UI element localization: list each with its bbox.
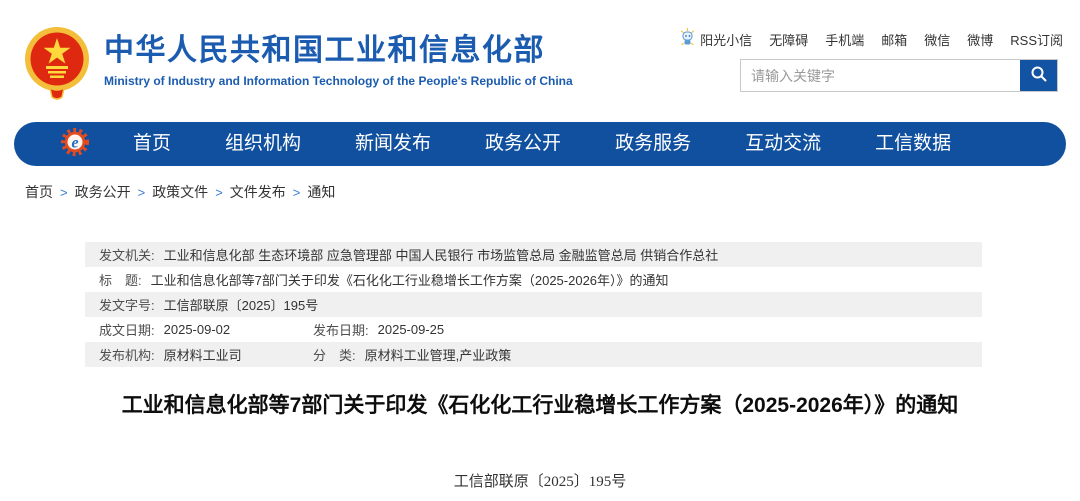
- meta-label: 发文机关:: [99, 248, 155, 263]
- quick-link-mailbox[interactable]: 邮箱: [881, 30, 907, 49]
- meta-label: 发布机构:: [99, 348, 155, 363]
- breadcrumb-separator: >: [60, 184, 68, 200]
- site-title-english: Ministry of Industry and Information Tec…: [104, 74, 573, 88]
- brand-text: 中华人民共和国工业和信息化部 Ministry of Industry and …: [104, 26, 573, 88]
- breadcrumb-separator: >: [137, 184, 146, 200]
- meta-value: 原材料工业管理,产业政策: [364, 348, 512, 363]
- quick-link-wechat[interactable]: 微信: [924, 30, 950, 49]
- meta-row-title: 标 题: 工业和信息化部等7部门关于印发《石化化工行业稳增长工作方案（2025-…: [85, 267, 982, 292]
- site-search: [740, 59, 1058, 92]
- meta-value: 工业和信息化部 生态环境部 应急管理部 中国人民银行 市场监管总局 金融监管总局…: [163, 248, 719, 263]
- national-emblem-icon: [24, 26, 90, 105]
- breadcrumb-separator: >: [215, 184, 223, 200]
- nav-item-miit-data[interactable]: 工信数据: [848, 122, 978, 166]
- nav-item-home[interactable]: 首页: [106, 122, 198, 166]
- meta-label: 发文字号:: [99, 298, 155, 313]
- document-meta-table: 发文机关: 工业和信息化部 生态环境部 应急管理部 中国人民银行 市场监管总局 …: [85, 242, 982, 367]
- breadcrumb-separator: >: [292, 184, 301, 200]
- nav-item-news[interactable]: 新闻发布: [328, 122, 458, 166]
- nav-item-gov-disclosure[interactable]: 政务公开: [458, 122, 588, 166]
- meta-row-doc-number: 发文字号: 工信部联原〔2025〕195号: [85, 292, 982, 317]
- search-button[interactable]: [1020, 60, 1057, 91]
- miit-gear-logo-icon: e: [14, 127, 90, 162]
- article-title: 工业和信息化部等7部门关于印发《石化化工行业稳增长工作方案（2025-2026年…: [121, 394, 959, 417]
- svg-text:e: e: [71, 134, 78, 151]
- breadcrumb-gov-disclosure[interactable]: 政务公开: [75, 182, 131, 202]
- nav-items: 首页 组织机构 新闻发布 政务公开 政务服务 互动交流 工信数据: [106, 122, 978, 166]
- nav-item-interaction[interactable]: 互动交流: [718, 122, 848, 166]
- meta-label: 发布日期:: [313, 323, 369, 338]
- meta-row-issuing-agencies: 发文机关: 工业和信息化部 生态环境部 应急管理部 中国人民银行 市场监管总局 …: [85, 242, 982, 267]
- meta-label: 标 题:: [99, 273, 142, 288]
- meta-value: 2025-09-25: [377, 322, 445, 337]
- header-quick-links: 阳光小信 无障碍 手机端 邮箱 微信 微博 RSS订阅: [679, 28, 1063, 50]
- sunshine-mascot-icon: [679, 28, 696, 50]
- nav-item-gov-services[interactable]: 政务服务: [588, 122, 718, 166]
- quick-link-mobile[interactable]: 手机端: [825, 30, 864, 49]
- quick-link-sunshine-xiaoxin[interactable]: 阳光小信: [679, 28, 752, 50]
- breadcrumb-home[interactable]: 首页: [25, 182, 53, 202]
- site-brand[interactable]: 中华人民共和国工业和信息化部 Ministry of Industry and …: [24, 26, 573, 105]
- quick-link-accessibility[interactable]: 无障碍: [769, 30, 808, 49]
- site-title: 中华人民共和国工业和信息化部: [104, 34, 545, 67]
- breadcrumb-policy-documents[interactable]: 政策文件: [152, 182, 208, 202]
- meta-value: 原材料工业司: [163, 348, 242, 363]
- main-navigation: e 首页 组织机构 新闻发布 政务公开 政务服务 互动交流 工信数据: [14, 122, 1066, 166]
- breadcrumb-document-release[interactable]: 文件发布: [230, 182, 286, 202]
- breadcrumb-current-notice: 通知: [307, 184, 336, 200]
- meta-label: 分 类:: [313, 348, 356, 363]
- search-icon: [1030, 65, 1048, 86]
- article-doc-number: 工信部联原〔2025〕195号: [453, 474, 627, 490]
- meta-value: 工信部联原〔2025〕195号: [163, 298, 319, 313]
- quick-link-rss[interactable]: RSS订阅: [1010, 30, 1063, 49]
- search-input[interactable]: [741, 60, 1020, 91]
- meta-row-publisher-category: 发布机构: 原材料工业司 分 类: 原材料工业管理,产业政策: [85, 342, 982, 367]
- meta-value: 2025-09-02: [163, 322, 231, 337]
- meta-value: 工业和信息化部等7部门关于印发《石化化工行业稳增长工作方案（2025-2026年…: [150, 273, 669, 288]
- meta-label: 成文日期:: [99, 323, 155, 338]
- meta-row-dates: 成文日期: 2025-09-02 发布日期: 2025-09-25: [85, 317, 982, 342]
- quick-link-weibo[interactable]: 微博: [967, 30, 993, 49]
- nav-item-organization[interactable]: 组织机构: [198, 122, 328, 166]
- breadcrumb: 首页 > 政务公开 > 政策文件 > 文件发布 > 通知: [25, 182, 335, 202]
